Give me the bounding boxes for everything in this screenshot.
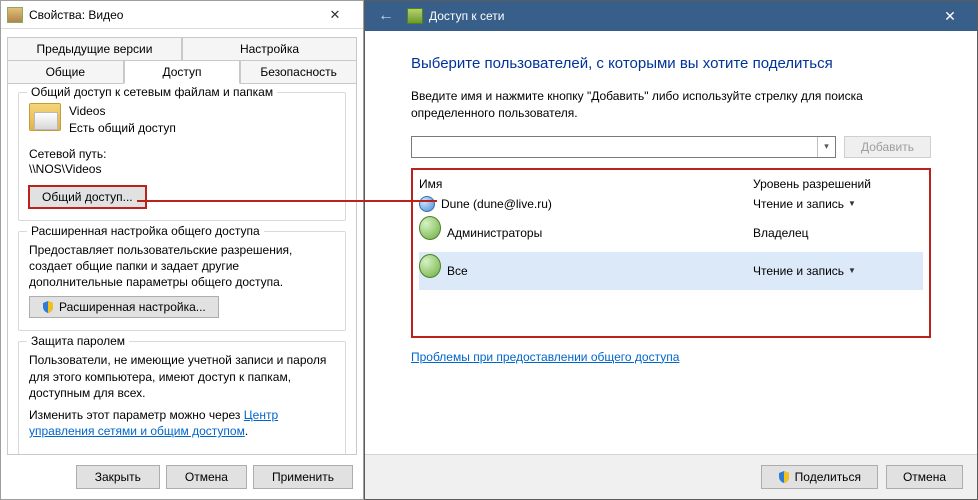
user-row[interactable]: Dune (dune@live.ru) Чтение и запись▼ <box>419 194 923 214</box>
shared-folder-icon <box>29 103 61 131</box>
annotation-connector-line <box>137 200 437 202</box>
close-button[interactable]: ✕ <box>927 1 973 31</box>
wizard-titlebar[interactable]: ← Доступ к сети ✕ <box>365 1 977 31</box>
user-name-cell: Dune (dune@live.ru) <box>441 197 552 211</box>
share-button[interactable]: Общий доступ... <box>29 186 146 208</box>
tab-sharing[interactable]: Доступ <box>124 60 241 84</box>
folder-icon <box>7 7 23 23</box>
properties-dialog: Свойства: Видео ✕ Предыдущие версии Наст… <box>0 0 364 500</box>
column-name[interactable]: Имя <box>419 177 753 191</box>
advanced-share-desc: Предоставляет пользовательские разрешени… <box>29 242 335 291</box>
tab-general[interactable]: Общие <box>7 60 124 83</box>
chevron-down-icon: ▼ <box>848 266 856 275</box>
tabs: Предыдущие версии Настройка Общие Доступ… <box>7 37 357 83</box>
permission-cell[interactable]: Чтение и запись▼ <box>753 264 923 278</box>
cancel-button[interactable]: Отмена <box>166 465 247 489</box>
user-icon <box>419 196 435 212</box>
share-confirm-label: Поделиться <box>795 470 861 484</box>
wizard-cancel-button[interactable]: Отмена <box>886 465 963 489</box>
close-dialog-button[interactable]: Закрыть <box>76 465 160 489</box>
advanced-share-button[interactable]: Расширенная настройка... <box>29 296 219 318</box>
back-button[interactable]: ← <box>375 5 397 27</box>
add-button[interactable]: Добавить <box>844 136 931 158</box>
folder-share-state: Есть общий доступ <box>69 120 176 137</box>
properties-titlebar[interactable]: Свойства: Видео ✕ <box>1 1 363 29</box>
permission-cell[interactable]: Чтение и запись▼ <box>753 197 923 211</box>
advanced-share-button-label: Расширенная настройка... <box>59 300 206 314</box>
network-access-wizard: ← Доступ к сети ✕ Выберите пользователей… <box>364 0 978 500</box>
group-password-title: Защита паролем <box>27 334 129 348</box>
user-name-cell: Администраторы <box>447 226 542 240</box>
chevron-down-icon: ▼ <box>848 199 856 208</box>
properties-footer: Закрыть Отмена Применить <box>1 455 363 499</box>
wizard-heading: Выберите пользователей, с которыми вы хо… <box>411 55 931 72</box>
user-name-combo[interactable]: ▾ <box>411 136 836 158</box>
password-change-prefix: Изменить этот параметр можно через <box>29 408 244 422</box>
wizard-title: Доступ к сети <box>429 9 504 23</box>
user-name-cell: Все <box>447 264 468 278</box>
group-icon <box>419 254 441 278</box>
network-path-label: Сетевой путь: <box>29 147 335 163</box>
password-change-suffix: . <box>245 424 248 438</box>
wizard-subtext: Введите имя и нажмите кнопку "Добавить" … <box>411 88 931 122</box>
shield-icon <box>778 471 790 483</box>
password-protect-desc: Пользователи, не имеющие учетной записи … <box>29 352 335 401</box>
group-advanced-title: Расширенная настройка общего доступа <box>27 224 264 238</box>
properties-title: Свойства: Видео <box>29 8 123 22</box>
share-confirm-button[interactable]: Поделиться <box>761 465 878 489</box>
network-path-value: \\NOS\Videos <box>29 162 335 178</box>
user-permission-list: Имя Уровень разрешений Dune (dune@live.r… <box>411 168 931 338</box>
shield-icon <box>42 301 54 313</box>
chevron-down-icon[interactable]: ▾ <box>817 137 835 157</box>
group-icon <box>419 216 441 240</box>
password-change-line: Изменить этот параметр можно через Центр… <box>29 407 335 439</box>
user-row[interactable]: Все Чтение и запись▼ <box>419 252 923 290</box>
apply-button[interactable]: Применить <box>253 465 353 489</box>
permission-cell: Владелец <box>753 226 923 240</box>
tab-sharing-page: Общий доступ к сетевым файлам и папкам V… <box>7 83 357 455</box>
wizard-body: Выберите пользователей, с которыми вы хо… <box>365 31 977 454</box>
folder-name: Videos <box>69 103 176 120</box>
tab-security[interactable]: Безопасность <box>240 60 357 83</box>
user-row[interactable]: Администраторы Владелец <box>419 214 923 252</box>
group-network-share-title: Общий доступ к сетевым файлам и папкам <box>27 85 277 99</box>
network-share-icon <box>407 8 423 24</box>
group-password-protect: Защита паролем Пользователи, не имеющие … <box>18 341 346 455</box>
troubleshoot-link[interactable]: Проблемы при предоставлении общего досту… <box>411 350 679 364</box>
column-permission[interactable]: Уровень разрешений <box>753 177 923 191</box>
tab-customize[interactable]: Настройка <box>182 37 357 60</box>
tab-previous-versions[interactable]: Предыдущие версии <box>7 37 182 60</box>
close-button[interactable]: ✕ <box>313 5 357 25</box>
group-advanced-share: Расширенная настройка общего доступа Пре… <box>18 231 346 332</box>
wizard-footer: Поделиться Отмена <box>365 454 977 499</box>
